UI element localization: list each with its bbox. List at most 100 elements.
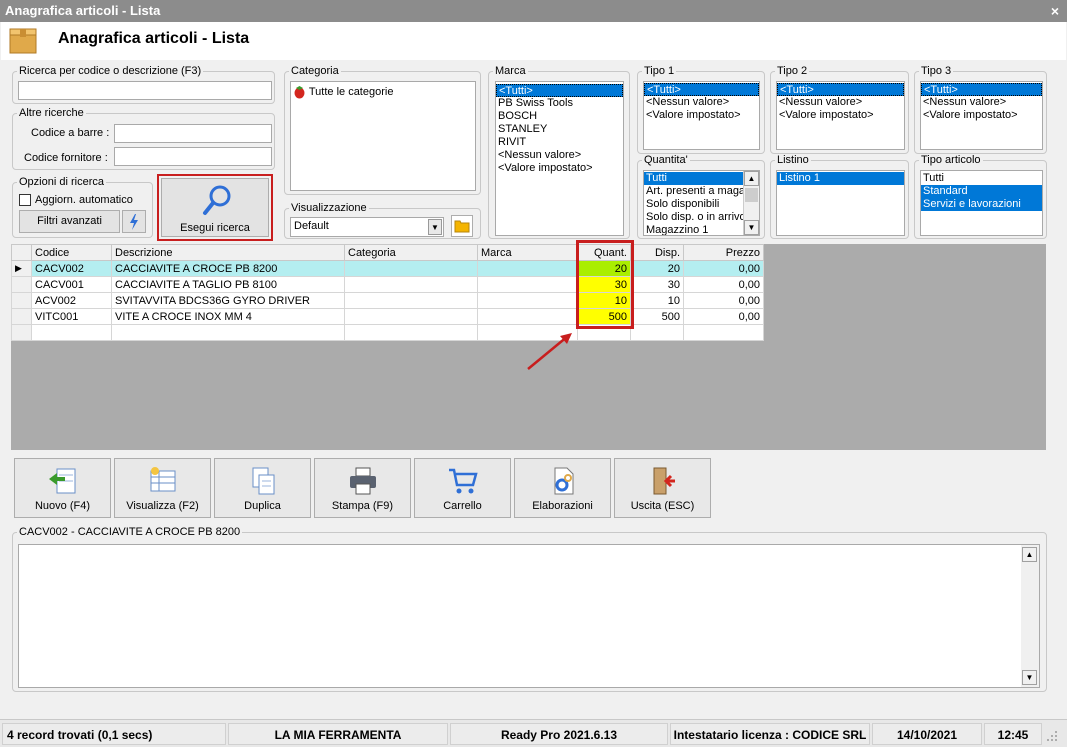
cell-available[interactable]: 10 xyxy=(630,292,684,309)
brand-item[interactable]: PB Swiss Tools xyxy=(496,97,623,110)
scroll-up-icon[interactable]: ▲ xyxy=(744,171,759,186)
empty-cell[interactable] xyxy=(111,324,345,341)
type3-item[interactable]: <Nessun valore> xyxy=(921,96,1042,109)
scroll-down-icon[interactable]: ▼ xyxy=(744,220,759,235)
cell-price[interactable]: 0,00 xyxy=(683,292,764,309)
cell-description[interactable]: CACCIAVITE A TAGLIO PB 8100 xyxy=(111,276,345,293)
cell-available[interactable]: 500 xyxy=(630,308,684,325)
quantity-item[interactable]: Magazzino 1 xyxy=(644,224,744,235)
search-input[interactable] xyxy=(18,81,272,100)
brand-item[interactable]: STANLEY xyxy=(496,123,623,136)
cell-code[interactable]: CACV001 xyxy=(31,276,112,293)
price-list-item[interactable]: Listino 1 xyxy=(777,172,904,185)
article-type-item[interactable]: Tutti xyxy=(921,172,1042,185)
duplicate-button[interactable]: Duplica xyxy=(214,458,311,518)
new-button[interactable]: Nuovo (F4) xyxy=(14,458,111,518)
cell-category[interactable] xyxy=(344,260,478,277)
category-tree[interactable]: Tutte le categorie xyxy=(290,81,476,191)
empty-cell[interactable] xyxy=(344,324,478,341)
advanced-filters-button[interactable]: Filtri avanzati xyxy=(19,210,120,233)
type2-item[interactable]: <Nessun valore> xyxy=(777,96,904,109)
view-button[interactable]: Visualizza (F2) xyxy=(114,458,211,518)
open-folder-button[interactable] xyxy=(451,215,473,237)
article-type-item[interactable]: Servizi e lavorazioni xyxy=(921,198,1042,211)
type3-item[interactable]: <Valore impostato> xyxy=(921,109,1042,122)
type1-item[interactable]: <Valore impostato> xyxy=(644,109,759,122)
brand-item[interactable]: RIVIT xyxy=(496,136,623,149)
article-type-item[interactable]: Standard xyxy=(921,185,1042,198)
quantity-scrollbar[interactable]: ▲ ▼ xyxy=(743,171,759,235)
quick-filter-button[interactable] xyxy=(122,210,146,233)
exit-button[interactable]: Uscita (ESC) xyxy=(614,458,711,518)
cell-brand[interactable] xyxy=(477,276,578,293)
detail-scrollbar[interactable]: ▲ ▼ xyxy=(1021,545,1039,687)
quantity-item[interactable]: Tutti xyxy=(644,172,744,185)
close-icon[interactable]: × xyxy=(1051,0,1059,22)
table-row[interactable]: CACV001 CACCIAVITE A TAGLIO PB 8100 30 3… xyxy=(11,276,764,293)
brand-item[interactable]: <Valore impostato> xyxy=(496,162,623,175)
cell-description[interactable]: VITE A CROCE INOX MM 4 xyxy=(111,308,345,325)
cell-description[interactable]: SVITAVVITA BDCS36G GYRO DRIVER xyxy=(111,292,345,309)
brand-item[interactable]: <Tutti> xyxy=(496,84,623,97)
cell-code[interactable]: VITC001 xyxy=(31,308,112,325)
brand-list[interactable]: <Tutti> PB Swiss Tools BOSCH STANLEY RIV… xyxy=(495,81,624,236)
cell-code[interactable]: ACV002 xyxy=(31,292,112,309)
brand-item[interactable]: <Nessun valore> xyxy=(496,149,623,162)
type2-list[interactable]: <Tutti> <Nessun valore> <Valore impostat… xyxy=(776,81,905,150)
column-header[interactable]: Marca xyxy=(477,244,578,261)
cell-category[interactable] xyxy=(344,308,478,325)
resize-grip-icon[interactable] xyxy=(1046,730,1058,742)
cart-button[interactable]: Carrello xyxy=(414,458,511,518)
brand-item[interactable]: BOSCH xyxy=(496,110,623,123)
barcode-input[interactable] xyxy=(114,124,272,143)
scroll-up-icon[interactable]: ▲ xyxy=(1022,547,1037,562)
empty-cell[interactable] xyxy=(630,324,684,341)
print-button[interactable]: Stampa (F9) xyxy=(314,458,411,518)
type3-list[interactable]: <Tutti> <Nessun valore> <Valore impostat… xyxy=(920,81,1043,150)
column-header[interactable]: Descrizione xyxy=(111,244,345,261)
scroll-thumb[interactable] xyxy=(745,188,758,202)
detail-textarea[interactable]: ▲ ▼ xyxy=(18,544,1040,688)
view-select[interactable]: Default ▼ xyxy=(290,217,444,237)
type3-item[interactable]: <Tutti> xyxy=(921,83,1042,96)
cell-category[interactable] xyxy=(344,276,478,293)
cell-brand[interactable] xyxy=(477,260,578,277)
type1-list[interactable]: <Tutti> <Nessun valore> <Valore impostat… xyxy=(643,81,760,150)
price-list[interactable]: Listino 1 xyxy=(776,170,905,236)
cell-price[interactable]: 0,00 xyxy=(683,276,764,293)
cell-category[interactable] xyxy=(344,292,478,309)
quantity-item[interactable]: Art. presenti a magazzino xyxy=(644,185,759,198)
scroll-down-icon[interactable]: ▼ xyxy=(1022,670,1037,685)
article-type-list[interactable]: Tutti Standard Servizi e lavorazioni xyxy=(920,170,1043,236)
quantity-item[interactable]: Solo disp. o in arrivo xyxy=(644,211,746,224)
type1-item[interactable]: <Nessun valore> xyxy=(644,96,759,109)
tree-item-all-categories[interactable]: Tutte le categorie xyxy=(293,85,393,99)
search-button[interactable]: Esegui ricerca xyxy=(161,178,269,237)
empty-cell[interactable] xyxy=(683,324,764,341)
quantity-item[interactable]: Solo disponibili xyxy=(644,198,744,211)
processing-button[interactable]: Elaborazioni xyxy=(514,458,611,518)
cell-code[interactable]: CACV002 xyxy=(31,260,112,277)
chevron-down-icon[interactable]: ▼ xyxy=(428,219,442,235)
column-header[interactable]: Disp. xyxy=(630,244,684,261)
cell-available[interactable]: 20 xyxy=(630,260,684,277)
cell-description[interactable]: CACCIAVITE A CROCE PB 8200 xyxy=(111,260,345,277)
type1-item[interactable]: <Tutti> xyxy=(644,83,759,96)
column-header[interactable]: Codice xyxy=(31,244,112,261)
table-row[interactable]: ▶ CACV002 CACCIAVITE A CROCE PB 8200 20 … xyxy=(11,260,764,277)
quantity-list[interactable]: Tutti Art. presenti a magazzino Solo dis… xyxy=(643,170,760,236)
type2-item[interactable]: <Valore impostato> xyxy=(777,109,904,122)
cell-price[interactable]: 0,00 xyxy=(683,308,764,325)
type2-item[interactable]: <Tutti> xyxy=(777,83,904,96)
column-header[interactable]: Categoria xyxy=(344,244,478,261)
cell-brand[interactable] xyxy=(477,292,578,309)
cell-available[interactable]: 30 xyxy=(630,276,684,293)
cell-brand[interactable] xyxy=(477,308,578,325)
cell-price[interactable]: 0,00 xyxy=(683,260,764,277)
table-row[interactable]: ACV002 SVITAVVITA BDCS36G GYRO DRIVER 10… xyxy=(11,292,764,309)
empty-cell[interactable] xyxy=(31,324,112,341)
column-header[interactable]: Prezzo xyxy=(683,244,764,261)
supplier-code-input[interactable] xyxy=(114,147,272,166)
auto-update-checkbox[interactable] xyxy=(19,194,31,206)
table-new-row[interactable] xyxy=(11,324,764,341)
